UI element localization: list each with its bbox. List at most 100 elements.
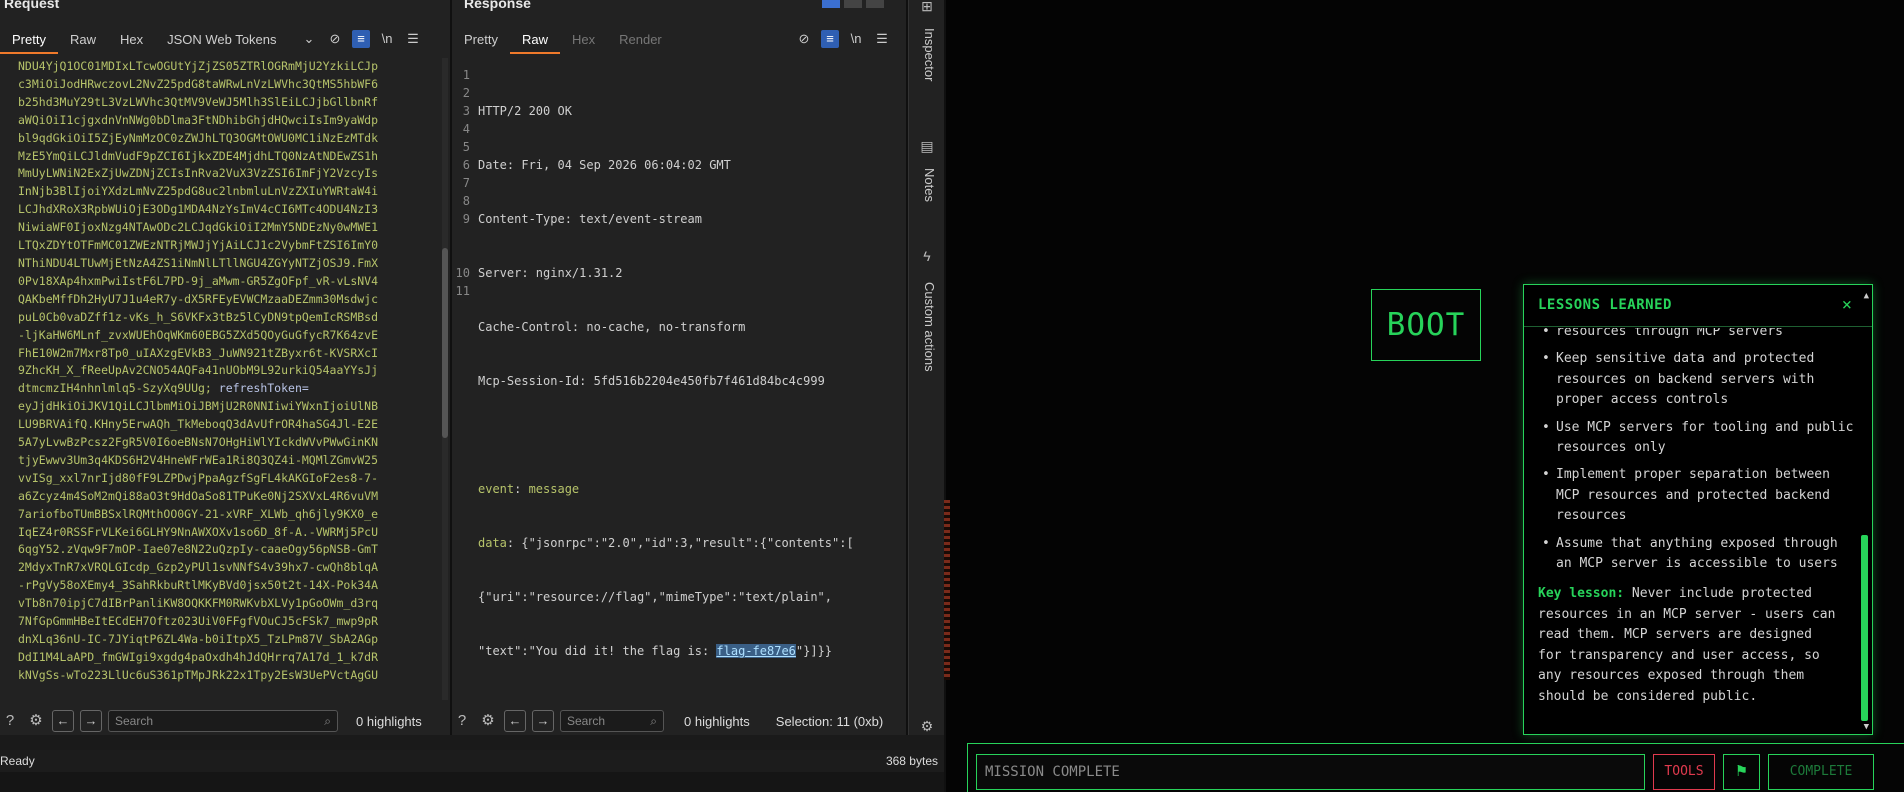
line-number: 3 <box>462 104 470 118</box>
prev-button[interactable]: ← <box>52 710 74 732</box>
mission-input[interactable]: MISSION COMPLETE <box>976 754 1645 790</box>
rail-tab-notes[interactable]: Notes <box>917 168 937 202</box>
key-lesson-text: Never include protected resources in an … <box>1538 586 1836 704</box>
code-line: InNjb3BlIjoiYXdzLmNvZ25pdG8uc2lnbmluLnVz… <box>18 184 379 199</box>
boot-label: BOOT <box>1371 289 1481 361</box>
tab-hex[interactable]: Hex <box>108 26 155 54</box>
tab-pretty[interactable]: Pretty <box>452 26 510 54</box>
pane-divider <box>0 735 944 750</box>
lessons-list: resources through MCP servers Keep sensi… <box>1524 328 1854 574</box>
search-icon: ⌕ <box>324 713 331 728</box>
request-title: Request <box>4 0 60 11</box>
gear-icon[interactable]: ⚙ <box>478 711 498 731</box>
list-item: resources through MCP servers <box>1524 328 1854 343</box>
code-line: LCJhdXRoX3RpbWUiOjE3ODg1MDA4NzYsImV4cCI6… <box>18 202 379 217</box>
code-line: 5A7yLvwBzPcsz2FgR5V0I6oeBNsN7OHgHiWlYIck… <box>18 435 379 450</box>
tab-json-web-tokens[interactable]: JSON Web Tokens <box>155 26 288 54</box>
request-highlights: 0 highlights <box>356 713 422 729</box>
code-line: 0Pv18XAp4hxmPwiIstF6L7PD-9j_aMwm-GR5ZgOF… <box>18 273 379 288</box>
tab-render[interactable]: Render <box>607 26 674 54</box>
chevron-down-icon[interactable]: ⌄ <box>300 30 318 48</box>
next-button[interactable]: → <box>80 710 102 732</box>
lightning-icon[interactable]: ϟ <box>919 248 935 264</box>
layout-split-icon[interactable] <box>822 0 840 8</box>
header-line: Mcp-Session-Id: 5fd516b2204e450fb7f461d8… <box>478 374 825 388</box>
list-item: Use MCP servers for tooling and public r… <box>1524 418 1854 459</box>
request-pane: Request Pretty Raw Hex JSON Web Tokens ⌄… <box>0 0 450 735</box>
response-pane: Response Pretty Raw Hex Render ⊘ ≡ \n ☰ … <box>452 0 906 735</box>
request-search-input[interactable]: Search ⌕ <box>108 710 338 732</box>
code-line: bl9qdGkiOiI5ZjEyNmMzOC0zZWJhLTQ3OGMtOWU0… <box>18 130 379 145</box>
gear-icon[interactable]: ⚙ <box>919 718 935 734</box>
token-label: refreshToken= <box>218 381 309 396</box>
newline-icon[interactable]: \n <box>378 30 396 48</box>
code-line: 2MdyxTnR7xVRQLGIcdp_Gzp2yPUl1svNNfS4v39h… <box>18 560 379 575</box>
tab-hex[interactable]: Hex <box>560 26 607 54</box>
menu-icon[interactable]: ☰ <box>404 30 422 48</box>
rail-tab-custom-actions[interactable]: Custom actions <box>917 282 937 372</box>
code-line: tjyEwwv3Um3q4KDS6H2V4HneWFrWEa1Ri8Q3QZ4i… <box>18 452 379 467</box>
line-number <box>452 228 470 246</box>
flag-value[interactable]: flag-fe87e6 <box>716 644 796 658</box>
lessons-scroll-thumb[interactable] <box>1861 535 1868 721</box>
header-line: Server: nginx/1.31.2 <box>478 266 623 280</box>
wrap-icon[interactable]: ≡ <box>821 30 839 48</box>
code-line: -rPgVy58oXEmy4_3SahRkbuRtlMKyBVd0jsx50t2… <box>18 578 379 593</box>
tab-raw[interactable]: Raw <box>58 26 108 54</box>
request-scrollbar[interactable] <box>442 58 448 700</box>
code-line: MzE5YmQiLCJldmVudF9pZCI6IjkxZDE4MjdhLTQ0… <box>18 148 379 163</box>
newline-icon[interactable]: \n <box>847 30 865 48</box>
event-line: event: message <box>478 482 580 496</box>
data-line: data: {"jsonrpc":"2.0","id":3,"result":{… <box>478 536 854 550</box>
line-number: 6 <box>462 158 470 172</box>
close-icon[interactable]: × <box>1842 295 1852 315</box>
key-lesson-label: Key lesson: <box>1538 586 1625 602</box>
gear-icon[interactable]: ⚙ <box>26 711 46 731</box>
wrap-icon[interactable]: ≡ <box>352 30 370 48</box>
prev-button[interactable]: ← <box>504 710 526 732</box>
code-line: kNVgSs-wTo223LlUc6uS361pTMpJRk22x1Tpy2Es… <box>18 667 379 682</box>
request-scroll-thumb[interactable] <box>442 248 448 438</box>
layout-buttons <box>822 0 884 8</box>
data-line-cont: "text":"You did it! the flag is: flag-fe… <box>478 644 833 658</box>
menu-icon[interactable]: ☰ <box>873 30 891 48</box>
tab-pretty[interactable]: Pretty <box>0 26 58 54</box>
side-rail: ⊞ Inspector ▤ Notes ϟ Custom actions ⚙ <box>908 0 944 735</box>
code-line: DdI1M4LaAPD_fmGWIgi9xgdg4paOxdh4hJdQHrrq… <box>18 649 379 664</box>
request-view-controls: ⌄ ⊘ ≡ \n ☰ <box>300 30 422 48</box>
search-placeholder: Search <box>567 714 606 728</box>
response-search-input[interactable]: Search ⌕ <box>560 710 664 732</box>
next-button[interactable]: → <box>532 710 554 732</box>
hide-icon[interactable]: ⊘ <box>795 30 813 48</box>
code-line: 9ZhcKH_X_fReeUpAv2CNO54AQFa41nUObM9L92ur… <box>18 363 379 378</box>
code-line: eyJjdHkiOiJKV1QiLCJlbmMiOiJBMjU2R0NNIiwi… <box>18 399 379 414</box>
help-icon[interactable]: ? <box>0 711 20 731</box>
code-line: LU9BRVAifQ.KHny5ErwAQh_TkMeboqQ3dAvUfrOR… <box>18 417 379 432</box>
code-line: dnXLq36nU-IC-7JYiqtP6ZL4Wa-b0iItpX5_TzLP… <box>18 632 379 646</box>
lessons-panel: LESSONS LEARNED × resources through MCP … <box>1523 284 1873 735</box>
list-item: Implement proper separation between MCP … <box>1524 465 1854 526</box>
complete-button[interactable]: COMPLETE <box>1768 754 1874 790</box>
rail-tab-inspector[interactable]: Inspector <box>917 28 937 81</box>
header-line: HTTP/2 200 OK <box>478 104 572 118</box>
hide-icon[interactable]: ⊘ <box>326 30 344 48</box>
key-lesson: Key lesson: Never include protected reso… <box>1524 584 1854 706</box>
request-body: NDU4YjQ1OC01MDIxLTcwOGUtYjZjZS05ZTRlOGRm… <box>0 58 440 700</box>
flag-button[interactable]: ⚑ <box>1723 754 1760 790</box>
tools-button[interactable]: TOOLS <box>1653 754 1715 790</box>
help-icon[interactable]: ? <box>452 711 472 731</box>
selection-info: Selection: 11 (0xb) <box>775 713 884 729</box>
inspector-icon[interactable]: ⊞ <box>919 0 935 14</box>
line-number: 1 <box>462 68 470 82</box>
scroll-up-icon[interactable]: ▲ <box>1864 291 1869 301</box>
tab-raw[interactable]: Raw <box>509 26 560 54</box>
scroll-down-icon[interactable]: ▼ <box>1864 722 1869 732</box>
line-number: 11 <box>455 284 470 298</box>
lower-toolbar <box>0 772 944 792</box>
layout-tabs-icon[interactable] <box>866 0 884 8</box>
code-line: 6qgY52.zVqw9F7mOP-Iae07e8N22uQzpIy-caaeO… <box>18 542 379 557</box>
code-line: 7NfGpGmmHBeItECdEH7Oftz023UiV0FFgfVOuCJ5… <box>18 614 379 629</box>
notes-icon[interactable]: ▤ <box>919 138 935 154</box>
layout-horizontal-icon[interactable] <box>844 0 862 8</box>
search-placeholder: Search <box>115 714 154 728</box>
